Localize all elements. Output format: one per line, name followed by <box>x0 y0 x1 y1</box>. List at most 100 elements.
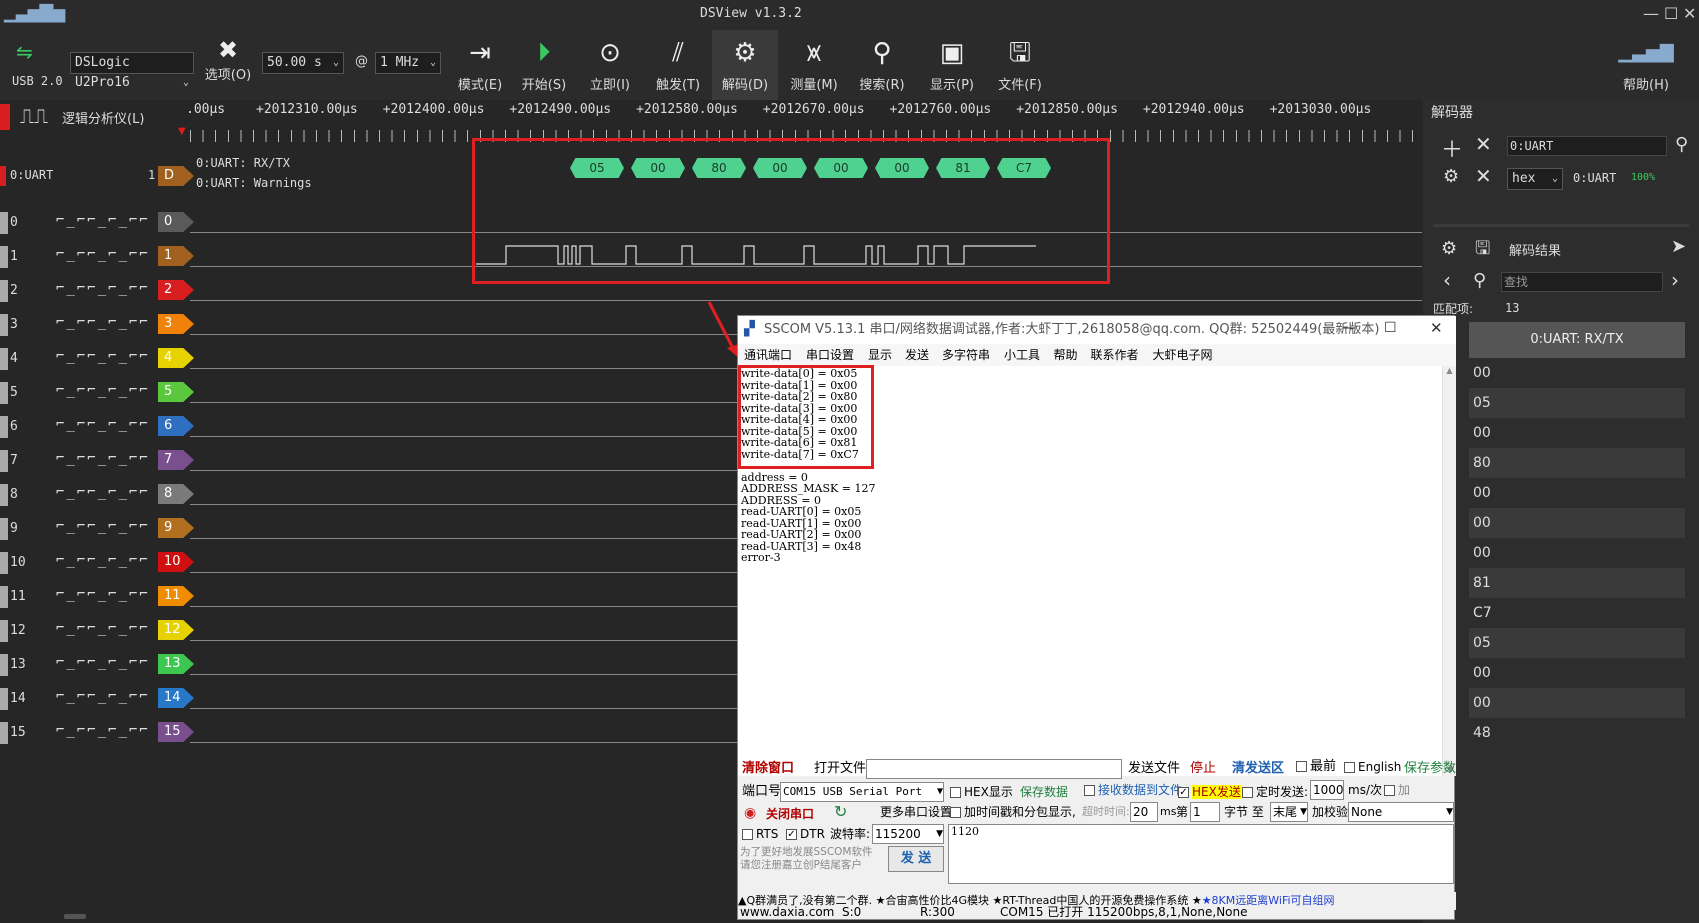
trigger-options[interactable]: ⌐_⌐⌐_⌐_⌐⌐ <box>56 722 150 738</box>
trigger-options[interactable]: ⌐_⌐⌐_⌐_⌐⌐ <box>56 484 150 500</box>
options-button[interactable]: ✖ 选项(O) <box>204 36 252 83</box>
send-file-button[interactable]: 发送文件 <box>1128 759 1180 779</box>
prev-match-button[interactable]: ‹ <box>1443 268 1451 292</box>
decoder-name-field[interactable]: 0:UART <box>1507 136 1667 156</box>
sscom-menu-item[interactable]: 多字符串 <box>942 344 990 366</box>
trigger-options[interactable]: ⌐_⌐⌐_⌐_⌐⌐ <box>56 450 150 466</box>
channel-tag[interactable]: 8 <box>158 484 194 504</box>
clear-window-button[interactable]: 清除窗口 <box>742 759 794 779</box>
byte-to-select[interactable]: 末尾 ▼ <box>1270 802 1308 822</box>
sscom-menu-item[interactable]: 帮助 <box>1054 344 1078 366</box>
channel-tag[interactable]: 11 <box>158 586 194 606</box>
channel-tag[interactable]: 5 <box>158 382 194 402</box>
sscom-menu-item[interactable]: 大虾电子网 <box>1153 344 1213 366</box>
sscom-menu-item[interactable]: 小工具 <box>1004 344 1040 366</box>
result-row[interactable]: 05 <box>1469 388 1685 418</box>
start-button[interactable]: ⏵ 开始(S) <box>514 34 574 93</box>
maximize-button[interactable]: ☐ <box>1664 4 1678 23</box>
dtr-checkbox[interactable]: ✓ DTR <box>786 824 825 844</box>
trigger-options[interactable]: ⌐_⌐⌐_⌐_⌐⌐ <box>56 416 150 432</box>
measure-button[interactable]: ⩙ 测量(M) <box>784 34 844 93</box>
byte-from-input[interactable]: 1 <box>1190 802 1220 822</box>
sscom-menu-item[interactable]: 串口设置 <box>806 344 854 366</box>
sscom-menu-item[interactable]: 联系作者 <box>1091 344 1139 366</box>
channel-tag[interactable]: 9 <box>158 518 194 538</box>
display-button[interactable]: ▣ 显示(P) <box>920 34 984 93</box>
find-input[interactable]: 查找 <box>1501 272 1663 292</box>
uart-decode-tag[interactable]: D <box>158 166 194 186</box>
timed-send-checkbox[interactable]: 定时发送: <box>1242 782 1308 802</box>
trigger-options[interactable]: ⌐_⌐⌐_⌐_⌐⌐ <box>56 518 150 534</box>
channel-tag[interactable]: 14 <box>158 688 194 708</box>
stop-button[interactable]: 停止 <box>1190 759 1216 779</box>
channel-tag[interactable]: 10 <box>158 552 194 572</box>
checksum-select[interactable]: None ▼ <box>1348 802 1454 822</box>
rts-checkbox[interactable]: RTS <box>742 824 778 844</box>
timestamp-checkbox[interactable]: 加时间戳和分包显示, <box>950 802 1076 822</box>
timeout-input[interactable]: 20 <box>1130 802 1158 822</box>
trigger-options[interactable]: ⌐_⌐⌐_⌐_⌐⌐ <box>56 314 150 330</box>
horizontal-scrollbar[interactable] <box>64 914 86 919</box>
channel-tag[interactable]: 12 <box>158 620 194 640</box>
save-params-button[interactable]: 保存参数 <box>1404 759 1456 779</box>
english-checkbox[interactable]: English <box>1344 757 1401 777</box>
result-row[interactable]: 80 <box>1469 448 1685 478</box>
status-site[interactable]: www.daxia.com <box>740 906 834 918</box>
scroll-up-icon[interactable]: ▲ <box>1443 366 1456 375</box>
result-row[interactable]: 00 <box>1469 658 1685 688</box>
search-button[interactable]: ⚲ 搜索(R) <box>852 34 912 93</box>
device-select[interactable]: DSLogic U2Pro16 ⌄ <box>70 52 194 90</box>
save-data-button[interactable]: 保存数据 <box>1020 782 1068 802</box>
remove-format-button[interactable]: ✕ <box>1475 164 1492 188</box>
receive-scrollbar[interactable]: ▲ ▼ <box>1442 366 1456 776</box>
remove-decoder-button[interactable]: ✕ <box>1475 132 1492 156</box>
help-button[interactable]: ▁▃▅▇ 帮助(H) <box>1616 34 1676 93</box>
channel-tag[interactable]: 0 <box>158 212 194 232</box>
next-match-button[interactable]: › <box>1671 268 1679 292</box>
result-settings-icon[interactable]: ⚙ <box>1441 238 1457 259</box>
sscom-maximize-button[interactable]: ☐ <box>1384 320 1397 336</box>
channel-tag[interactable]: 3 <box>158 314 194 334</box>
trigger-options[interactable]: ⌐_⌐⌐_⌐_⌐⌐ <box>56 212 150 228</box>
baud-select[interactable]: 115200 ▼ <box>872 824 944 844</box>
result-row[interactable]: 00 <box>1469 508 1685 538</box>
result-column-header[interactable]: 0:UART: RX/TX <box>1469 322 1685 358</box>
trigger-options[interactable]: ⌐_⌐⌐_⌐_⌐⌐ <box>56 280 150 296</box>
trigger-options[interactable]: ⌐_⌐⌐_⌐_⌐⌐ <box>56 348 150 364</box>
channel-tag[interactable]: 7 <box>158 450 194 470</box>
channel-tag[interactable]: 15 <box>158 722 194 742</box>
channel-tag[interactable]: 4 <box>158 348 194 368</box>
refresh-icon[interactable]: ↻ <box>834 802 847 821</box>
rate-select[interactable]: 1 MHz ⌄ <box>375 52 441 74</box>
recv-to-file-checkbox[interactable]: 接收数据到文件 <box>1084 780 1182 800</box>
trigger-options[interactable]: ⌐_⌐⌐_⌐_⌐⌐ <box>56 382 150 398</box>
goto-icon[interactable]: ➤ <box>1671 236 1686 257</box>
result-row[interactable]: 81 <box>1469 568 1685 598</box>
sscom-close-button[interactable]: ✕ <box>1430 319 1443 337</box>
add-checkbox[interactable]: 加 <box>1384 780 1410 800</box>
result-row[interactable]: 05 <box>1469 628 1685 658</box>
interval-input[interactable]: 1000 <box>1310 780 1344 800</box>
open-file-button[interactable]: 打开文件 <box>814 759 866 779</box>
trigger-options[interactable]: ⌐_⌐⌐_⌐_⌐⌐ <box>56 586 150 602</box>
topmost-checkbox[interactable]: 最前 <box>1296 757 1336 777</box>
close-button[interactable]: ✕ <box>1683 4 1696 23</box>
uart-channel-label[interactable]: 0:UART <box>10 168 53 182</box>
decoder-settings-icon[interactable]: ⚙ <box>1443 166 1459 187</box>
file-path-input[interactable] <box>866 759 1122 779</box>
minimize-button[interactable]: — <box>1643 4 1659 23</box>
send-input[interactable]: 1120 <box>948 824 1454 884</box>
sscom-minimize-button[interactable]: — <box>1342 320 1356 336</box>
sscom-menu-item[interactable]: 显示 <box>868 344 892 366</box>
trigger-options[interactable]: ⌐_⌐⌐_⌐_⌐⌐ <box>56 654 150 670</box>
result-row[interactable]: 48 <box>1469 718 1685 748</box>
result-row[interactable]: C7 <box>1469 598 1685 628</box>
save-results-icon[interactable]: 🖫 <box>1475 236 1490 266</box>
result-row[interactable]: 00 <box>1469 358 1685 388</box>
decoder-search-icon[interactable]: ⚲ <box>1675 134 1688 155</box>
decode-button[interactable]: ⚙ 解码(D) <box>712 30 778 100</box>
channel-tag[interactable]: 2 <box>158 280 194 300</box>
find-icon[interactable]: ⚲ <box>1473 270 1486 291</box>
hex-display-checkbox[interactable]: HEX显示 <box>950 782 1013 802</box>
sscom-menu-item[interactable]: 通讯端口 <box>744 344 792 366</box>
